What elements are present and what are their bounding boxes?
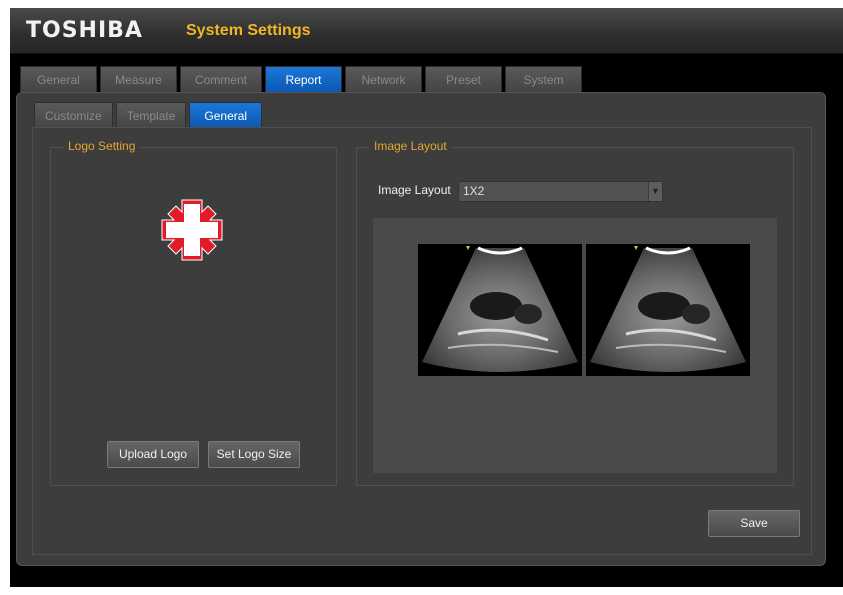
main-tabs: General Measure Comment Report Network P…	[20, 66, 583, 92]
tab-network[interactable]: Network	[345, 66, 423, 92]
sub-tabs: Customize Template General	[34, 102, 263, 128]
upload-logo-button[interactable]: Upload Logo	[107, 441, 199, 468]
logo-setting-title: Logo Setting	[63, 139, 141, 153]
tab-measure[interactable]: Measure	[100, 66, 177, 92]
tab-system[interactable]: System	[505, 66, 583, 92]
image-layout-select[interactable]: 1X2 ▼	[458, 181, 663, 202]
tab-preset[interactable]: Preset	[425, 66, 503, 92]
tab-general[interactable]: General	[20, 66, 97, 92]
chevron-down-icon[interactable]: ▼	[648, 182, 662, 201]
tab-report[interactable]: Report	[265, 66, 343, 92]
ultrasound-image-left	[418, 244, 582, 376]
image-layout-value: 1X2	[463, 184, 485, 198]
subtab-template[interactable]: Template	[115, 102, 187, 128]
save-button[interactable]: Save	[708, 510, 800, 537]
page-title: System Settings	[186, 22, 311, 39]
medical-cross-logo	[161, 199, 223, 261]
brand-logo: TOSHIBA	[26, 18, 143, 43]
tab-comment[interactable]: Comment	[180, 66, 263, 92]
image-layout-title: Image Layout	[369, 139, 452, 153]
ultrasound-image-right	[586, 244, 750, 376]
subtab-customize[interactable]: Customize	[34, 102, 113, 128]
image-layout-label: Image Layout	[378, 183, 451, 197]
title-bar: TOSHIBA System Settings	[10, 8, 843, 54]
subtab-general[interactable]: General	[189, 102, 263, 128]
set-logo-size-button[interactable]: Set Logo Size	[208, 441, 300, 468]
